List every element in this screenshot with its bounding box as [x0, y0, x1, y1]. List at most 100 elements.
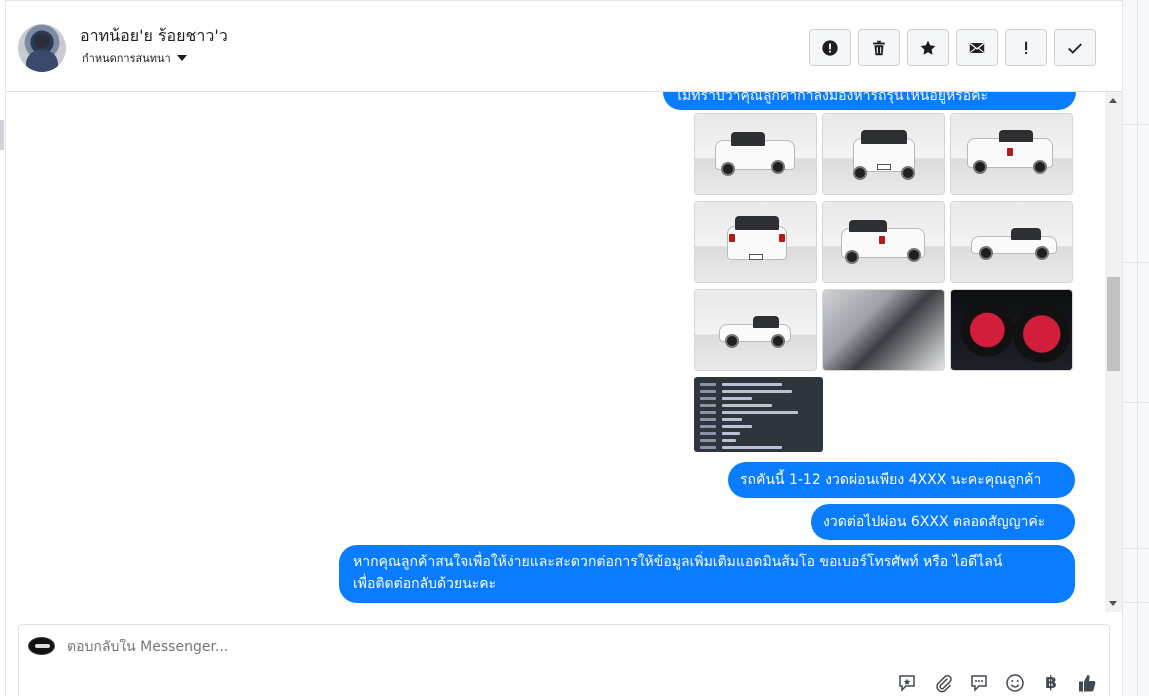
delete-button[interactable] [858, 29, 900, 66]
like-button[interactable] [1076, 672, 1098, 694]
attach-button[interactable] [932, 672, 954, 694]
caret-down-icon [176, 55, 187, 61]
photo-front[interactable] [822, 113, 945, 195]
spec-row [722, 404, 772, 407]
message-bubble: งวดต่อไปผ่อน 6XXX ตลอดสัญญาค่ะ [811, 504, 1075, 540]
exclamation-circle-icon [822, 39, 838, 56]
avatar-face [34, 34, 50, 48]
conversation-settings-dropdown[interactable]: กำหนดการสนทนา [82, 49, 187, 67]
message-text: งวดต่อไปผ่อน 6XXX ตลอดสัญญาค่ะ [823, 514, 1046, 530]
contact-avatar[interactable] [18, 24, 66, 72]
saved-reply-button[interactable] [896, 672, 918, 694]
photo-rear-left[interactable] [822, 201, 945, 283]
comment-button[interactable] [968, 672, 990, 694]
spec-row [700, 418, 716, 421]
thread-scrollbar[interactable] [1105, 92, 1122, 612]
spec-row [700, 411, 716, 414]
spec-row [700, 425, 716, 428]
car-plate [749, 254, 763, 260]
message-thread[interactable]: ไม่ทราบว่าคุณลูกค้ากำลังมองหารถรุ่นไหนอย… [6, 92, 1105, 612]
scroll-down-icon[interactable] [1109, 601, 1117, 606]
emoji-icon [1006, 674, 1024, 692]
car-wheel [771, 334, 785, 348]
check-icon [1068, 42, 1082, 54]
message-text-line: หากคุณลูกค้าสนใจเพื่อให้ง่ายและสะดวกต่อก… [353, 554, 1003, 570]
car-wheel [725, 334, 739, 348]
car-cab [861, 130, 907, 144]
exclamation-icon [1025, 41, 1028, 54]
photo-front-left[interactable] [694, 113, 817, 195]
rail-separator [1123, 602, 1149, 603]
photo-spec-sheet[interactable] [694, 377, 823, 452]
avatar-body [26, 50, 58, 72]
message-bubble: รถคันนี้ 1-12 งวดผ่อนเพียง 4XXX นะคะคุณล… [728, 462, 1075, 498]
comment-icon [971, 675, 987, 692]
car-wheel [721, 162, 735, 176]
spec-row [722, 397, 752, 400]
contact-name[interactable]: อาทน้อย'ย ร้อยชาว'ว [80, 24, 228, 49]
saved-reply-icon [899, 675, 915, 692]
attachment-icon [936, 674, 952, 693]
photo-side-right[interactable] [950, 201, 1073, 283]
emoji-button[interactable] [1004, 672, 1026, 694]
car-wheel [771, 160, 785, 174]
car-wheel [1035, 246, 1049, 260]
mark-spam-button[interactable] [809, 29, 851, 66]
car-wheel [901, 166, 915, 180]
photo-interior[interactable] [822, 289, 945, 371]
car-cab [731, 132, 765, 146]
photo-side-right-wide[interactable] [694, 289, 817, 371]
star-icon [920, 40, 936, 55]
right-panel-edge [1122, 0, 1149, 696]
spec-row [722, 439, 736, 442]
rail-separator [1123, 548, 1149, 549]
rail-separator [1123, 124, 1149, 125]
spec-row [700, 397, 716, 400]
spec-row [722, 446, 782, 449]
rail-divider [1137, 0, 1138, 696]
car-wheel [907, 248, 921, 262]
car-taillight [1007, 148, 1013, 156]
mark-unread-button[interactable] [956, 29, 998, 66]
car-wheel [973, 160, 987, 174]
photo-dashboard[interactable] [950, 289, 1073, 371]
reply-composer: ฿ [18, 624, 1110, 696]
like-icon [1079, 675, 1096, 692]
payment-button[interactable]: ฿ [1040, 672, 1062, 694]
baht-payment-icon: ฿ [1045, 673, 1057, 693]
car-cab [735, 216, 779, 230]
conversation-settings-label: กำหนดการสนทนา [82, 52, 171, 65]
scroll-up-icon[interactable] [1109, 98, 1117, 103]
spec-row [722, 383, 782, 386]
car-wheel [845, 250, 859, 264]
spec-row [700, 446, 716, 449]
message-bubble-cut: ไม่ทราบว่าคุณลูกค้ากำลังมองหารถรุ่นไหนอย… [663, 92, 1076, 110]
message-bubble: หากคุณลูกค้าสนใจเพื่อให้ง่ายและสะดวกต่อก… [339, 545, 1075, 603]
rail-separator [1123, 402, 1149, 403]
envelope-icon [969, 42, 985, 53]
spec-row [700, 390, 716, 393]
header-actions [809, 29, 1096, 66]
spec-row [722, 390, 792, 393]
message-text-line: เพื่อติดต่อกลับด้วยนะคะ [353, 576, 497, 592]
photo-rear-right[interactable] [950, 113, 1073, 195]
spec-row [700, 404, 716, 407]
mark-done-button[interactable] [1054, 29, 1096, 66]
photo-rear[interactable] [694, 201, 817, 283]
spec-row [722, 432, 740, 435]
rail-separator [1123, 262, 1149, 263]
reply-input[interactable] [67, 639, 767, 655]
scrollbar-thumb[interactable] [1107, 277, 1120, 371]
star-button[interactable] [907, 29, 949, 66]
page-avatar [28, 637, 55, 655]
trash-icon [873, 40, 885, 55]
follow-up-button[interactable] [1005, 29, 1047, 66]
left-scroll-mark [0, 120, 4, 150]
composer-toolbar: ฿ [896, 672, 1098, 694]
spec-row [700, 383, 716, 386]
car-cab [1011, 228, 1041, 240]
car-taillight [879, 236, 885, 244]
message-text: ไม่ทราบว่าคุณลูกค้ากำลังมองหารถรุ่นไหนอย… [675, 92, 989, 104]
car-plate [877, 164, 891, 170]
car-cab [849, 220, 887, 232]
